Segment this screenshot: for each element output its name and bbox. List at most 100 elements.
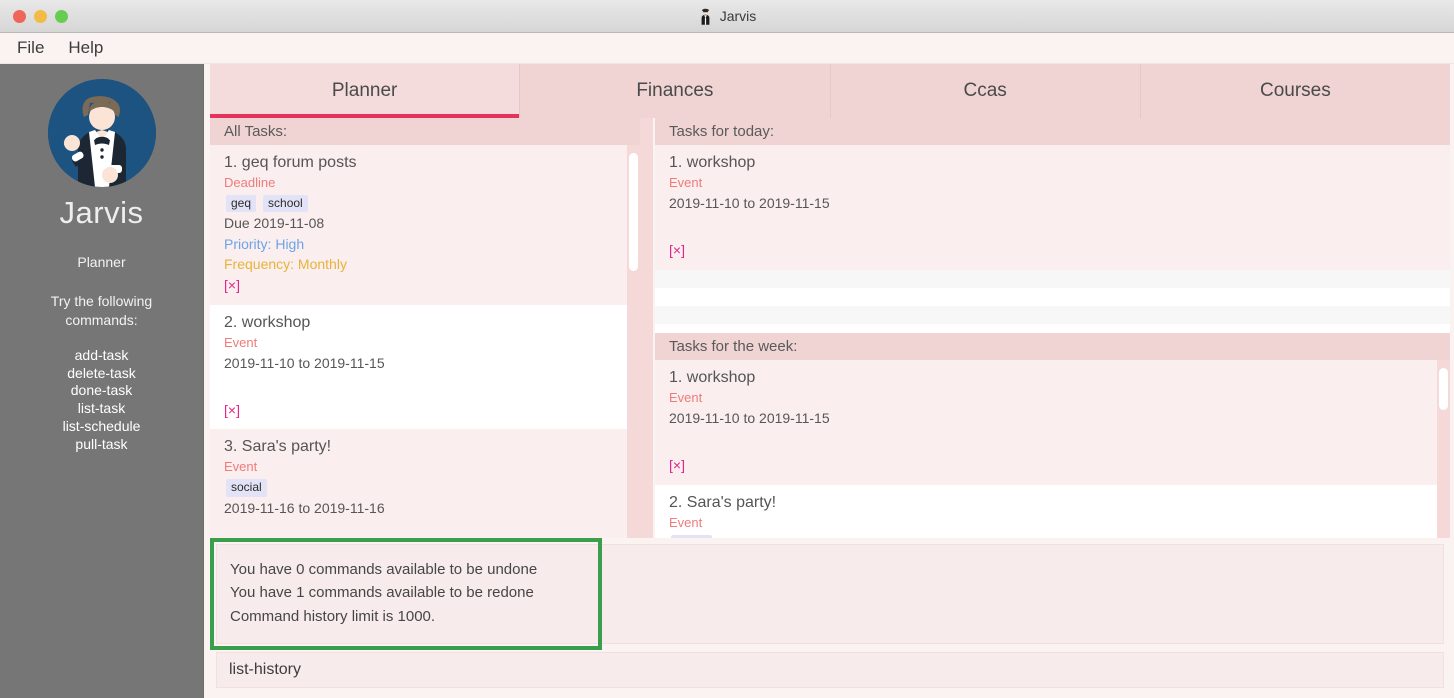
task-title: 2. Sara's party! [669,493,777,511]
list-item [655,323,1450,333]
task-title: 2. workshop [224,313,311,331]
panel-divider-rail [640,118,653,538]
task-title: 1. geq forum posts [224,154,357,171]
task-type: Event [224,459,258,475]
table-row[interactable]: 1. workshop Event 2019-11-10 to 2019-11-… [655,145,1450,270]
task-title: 3. Sara's party! [224,438,332,456]
task-tag: social [226,479,267,497]
tab-courses-label: Courses [1260,80,1331,101]
list-item [655,287,1450,306]
main-content: Planner Finances Ccas Courses All Tasks: [204,64,1454,698]
panels-area: All Tasks: 1. geq forum posts Deadline g… [204,118,1454,538]
tab-planner[interactable]: Planner [210,64,521,118]
week-scrollbar[interactable] [1437,360,1450,538]
task-delete-button[interactable]: [×] [669,456,1436,476]
all-tasks-header: All Tasks: [210,118,640,145]
week-list[interactable]: 1. workshop Event 2019-11-10 to 2019-11-… [655,360,1450,538]
all-tasks-scrollbar[interactable] [627,145,640,538]
bottom-area: You have 0 commands available to be undo… [204,538,1454,698]
window-controls [0,9,68,23]
tab-finances-label: Finances [636,80,714,101]
task-priority: Priority: High [224,235,305,252]
today-list[interactable]: 1. workshop Event 2019-11-10 to 2019-11-… [655,145,1450,333]
task-delete-button[interactable]: [×] [224,276,626,296]
all-tasks-scrollbar-thumb[interactable] [629,153,638,271]
window-body: Jarvis Planner Try the following command… [0,64,1454,698]
task-type: Event [669,514,703,530]
command-input[interactable]: list-history [229,661,301,679]
task-date: 2019-11-10 to 2019-11-15 [669,194,830,211]
close-button[interactable] [13,9,26,23]
tab-planner-label: Planner [331,80,398,101]
sidebar-hint: Try the following commands: [51,292,152,330]
list-item [655,305,1450,324]
sidebar-hint-line-2: commands: [65,311,138,328]
task-spacer [669,428,1436,454]
task-date: 2019-11-16 to 2019-11-16 [224,499,385,516]
sidebar-command-list: add-task delete-task done-task list-task… [63,347,141,454]
table-row[interactable]: 2. Sara's party! Event social 2019-11-16… [655,484,1450,538]
sidebar-command-add-task: add-task [74,346,129,363]
result-line: You have 1 commands available to be redo… [230,584,534,602]
tab-courses[interactable]: Courses [1140,64,1450,118]
minimize-button[interactable] [34,9,47,23]
task-tag: school [263,194,308,213]
task-tag: geq [226,194,257,213]
all-tasks-list[interactable]: 1. geq forum posts Deadline geq school D… [210,145,640,538]
window-title-group: Jarvis [0,8,1454,25]
tab-ccas[interactable]: Ccas [830,64,1141,118]
maximize-button[interactable] [55,9,68,23]
task-tags: social [226,479,626,497]
command-input-row[interactable]: list-history [216,652,1444,688]
task-date: 2019-11-10 to 2019-11-15 [669,409,830,426]
tab-ccas-label: Ccas [963,80,1007,101]
task-type: Event [224,334,258,350]
table-row[interactable]: 3. Sara's party! Event social 2019-11-16… [210,429,640,538]
result-display: You have 0 commands available to be undo… [210,538,602,650]
sidebar-command-list-task: list-task [77,400,126,417]
task-type: Event [669,175,703,190]
sidebar-command-delete-task: delete-task [67,364,136,381]
week-header: Tasks for the week: [655,333,1450,360]
task-spacer [224,518,626,538]
task-title: 1. workshop [669,154,756,171]
schedule-panels: Tasks for today: 1. workshop Event 2019-… [655,118,1450,538]
sidebar: Jarvis Planner Try the following command… [0,64,204,698]
week-scrollbar-thumb[interactable] [1439,368,1448,410]
menu-bar: File Help [0,33,1454,64]
task-spacer [669,213,1436,239]
sidebar-command-done-task: done-task [70,382,133,399]
table-row[interactable]: 1. workshop Event 2019-11-10 to 2019-11-… [655,360,1450,485]
task-frequency: Frequency: Monthly [224,255,347,272]
task-date: Due 2019-11-08 [224,215,325,232]
task-delete-button[interactable]: [×] [669,241,1436,261]
sidebar-command-list-schedule: list-schedule [62,418,141,435]
butler-icon [698,8,713,25]
all-tasks-panel: All Tasks: 1. geq forum posts Deadline g… [210,118,640,538]
task-tags: geq school [226,194,626,213]
menu-item-file[interactable]: File [17,38,44,58]
today-header: Tasks for today: [655,118,1450,145]
tab-finances[interactable]: Finances [520,64,831,118]
result-line: You have 0 commands available to be undo… [230,561,538,578]
table-row[interactable]: 1. geq forum posts Deadline geq school D… [210,145,640,305]
task-delete-button[interactable]: [×] [224,401,626,421]
task-type: Deadline [224,175,276,190]
sidebar-command-pull-task: pull-task [75,436,128,453]
butler-avatar [47,79,156,187]
result-line: Command history limit is 1000. [230,607,436,625]
task-date: 2019-11-10 to 2019-11-15 [224,354,385,371]
table-row[interactable]: 2. workshop Event 2019-11-10 to 2019-11-… [210,304,640,430]
task-type: Event [669,390,703,405]
result-row: You have 0 commands available to be undo… [210,538,1450,650]
tab-bar: Planner Finances Ccas Courses [204,64,1454,118]
footer-filler [210,688,1450,698]
sidebar-hint-line-1: Try the following [50,292,153,309]
application-window: Jarvis File Help Jarvis Planner Try the … [0,0,1454,698]
app-brand: Jarvis [59,195,144,230]
sidebar-current-section: Planner [77,254,126,270]
menu-item-help[interactable]: Help [68,38,103,58]
list-item [655,269,1450,288]
task-spacer [224,373,626,399]
task-title: 1. workshop [669,369,756,386]
